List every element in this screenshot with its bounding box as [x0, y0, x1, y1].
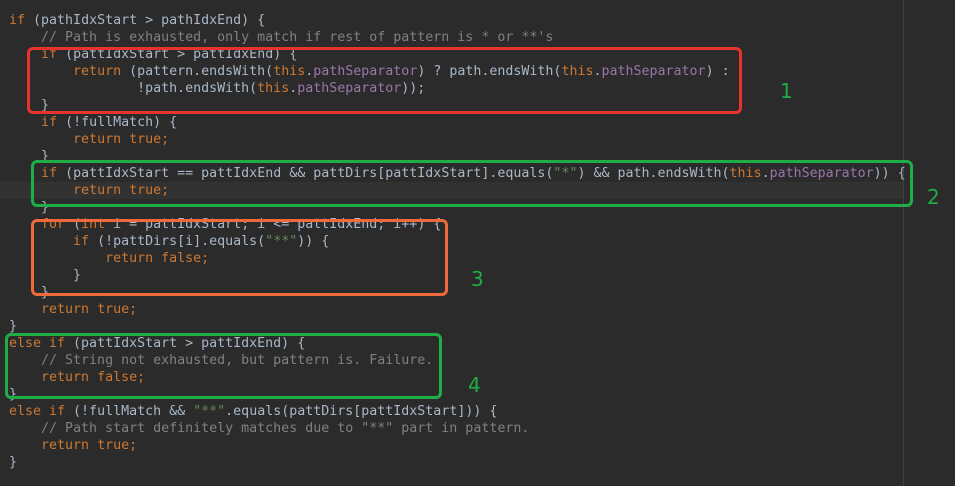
code-line[interactable]: return true;: [9, 301, 137, 318]
code-line[interactable]: return true;: [9, 437, 137, 454]
highlight-box-3: [31, 219, 448, 296]
code-line[interactable]: if (pathIdxStart > pathIdxEnd) {: [9, 12, 265, 29]
code-line[interactable]: // Path is exhausted, only match if rest…: [9, 29, 553, 46]
code-token: .equals(pattDirs[pattIdxStart])) {: [225, 404, 498, 419]
code-token: // Path is exhausted, only match if rest…: [9, 30, 554, 45]
annotation-number-2: 2: [927, 185, 940, 209]
code-token: }: [9, 319, 18, 334]
code-line[interactable]: if (!fullMatch) {: [9, 114, 177, 131]
code-token: }: [9, 455, 18, 470]
code-token: return true;: [41, 438, 138, 453]
code-token: return true;: [41, 302, 138, 317]
code-token: return true;: [73, 132, 170, 147]
highlight-box-4: [5, 333, 442, 399]
annotation-number-4: 4: [468, 373, 481, 397]
highlight-box-2: [31, 160, 913, 207]
highlight-box-1: [27, 47, 742, 114]
code-line[interactable]: // Path start definitely matches due to …: [9, 420, 529, 437]
right-margin-guide: [903, 0, 904, 486]
code-token: if: [9, 13, 34, 28]
code-editor[interactable]: if (pathIdxStart > pathIdxEnd) { // Path…: [0, 0, 955, 486]
annotation-number-1: 1: [780, 79, 793, 103]
code-token: // Path start definitely matches due to …: [9, 421, 530, 436]
annotation-number-3: 3: [471, 267, 484, 291]
code-token: else if: [9, 404, 74, 419]
code-line[interactable]: else if (!fullMatch && "**".equals(pattD…: [9, 403, 497, 420]
code-token: (!fullMatch) {: [65, 115, 178, 130]
code-line[interactable]: }: [9, 454, 17, 471]
code-token: if: [41, 115, 66, 130]
code-line[interactable]: return true;: [9, 131, 169, 148]
code-token: (pathIdxStart > pathIdxEnd) {: [33, 13, 266, 28]
code-token: (!fullMatch &&: [73, 404, 194, 419]
code-token: "**": [193, 404, 226, 419]
